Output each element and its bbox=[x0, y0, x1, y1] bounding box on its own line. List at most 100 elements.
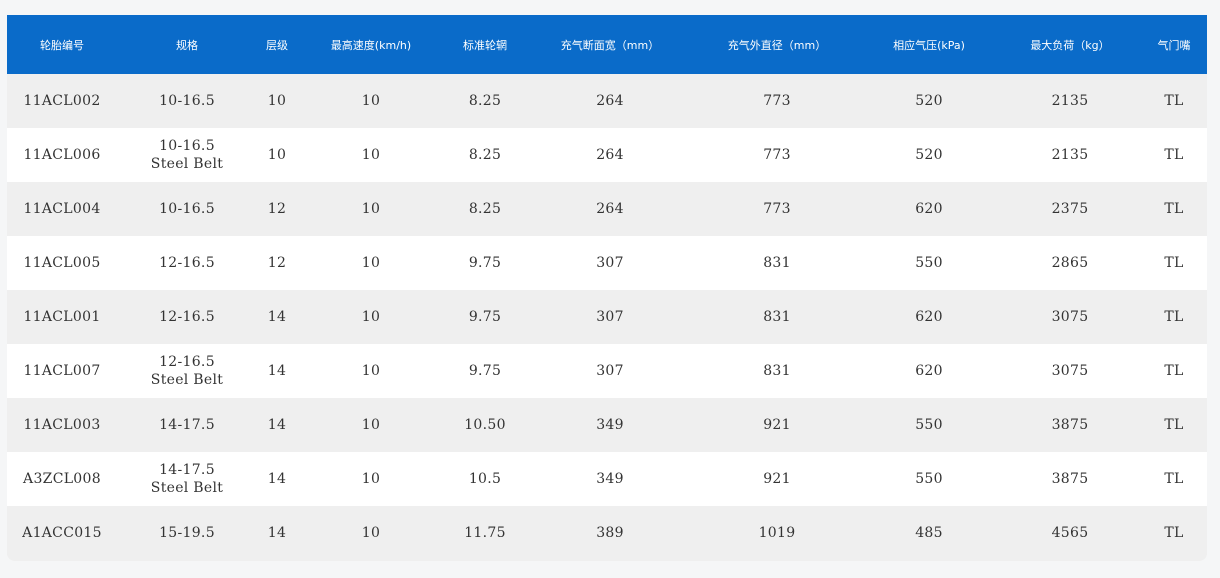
cell-pressure: 550 bbox=[915, 255, 943, 271]
cell-ply: 14 bbox=[267, 417, 287, 433]
spec-line: 12-16.5 bbox=[159, 309, 215, 325]
spec-line: 10-16.5 bbox=[159, 201, 215, 217]
table-row: A1ACC015 15-19.5 14 10 11.75 389 1019 485 4565 TL bbox=[7, 506, 1207, 560]
cell-pressure: 620 bbox=[915, 363, 943, 379]
spec-line: 14-17.5 bbox=[159, 417, 215, 433]
cell-spec: 10-16.5 bbox=[117, 182, 257, 236]
header-overall-diameter: 充气外直径（mm） bbox=[727, 38, 827, 52]
table-row: 11ACL007 12-16.5 Steel Belt 14 10 9.75 307 831 6… bbox=[7, 344, 1207, 398]
spec-line: 10-16.5 bbox=[159, 138, 215, 154]
cell-max-load: 4565 bbox=[1051, 525, 1089, 541]
cell-valve: TL bbox=[1164, 309, 1184, 325]
spec-line: Steel Belt bbox=[150, 480, 224, 496]
cell-overall-diameter: 831 bbox=[763, 309, 791, 325]
table-row: A3ZCL008 14-17.5 Steel Belt 14 10 10.5 349 921 5… bbox=[7, 452, 1207, 506]
cell-overall-diameter: 921 bbox=[763, 471, 791, 487]
cell-max-load: 2135 bbox=[1051, 93, 1089, 109]
cell-ply: 14 bbox=[267, 363, 287, 379]
header-spec: 规格 bbox=[176, 38, 198, 52]
cell-overall-diameter: 831 bbox=[763, 363, 791, 379]
spec-line: Steel Belt bbox=[150, 372, 224, 388]
tire-spec-table-container: 轮胎编号 规格 层级 最高速度(km/h) 标准轮辋 充气断面宽（mm） 充气外… bbox=[7, 15, 1207, 561]
tire-spec-table: 轮胎编号 规格 层级 最高速度(km/h) 标准轮辋 充气断面宽（mm） 充气外… bbox=[7, 15, 1207, 560]
cell-pressure: 485 bbox=[915, 525, 943, 541]
cell-valve: TL bbox=[1164, 417, 1184, 433]
cell-spec: 14-17.5 bbox=[117, 398, 257, 452]
cell-overall-diameter: 773 bbox=[763, 147, 791, 163]
cell-max-speed: 10 bbox=[361, 363, 381, 379]
cell-ply: 14 bbox=[267, 309, 287, 325]
cell-standard-rim: 9.75 bbox=[468, 255, 502, 271]
cell-standard-rim: 8.25 bbox=[468, 147, 502, 163]
cell-tire-id: A1ACC015 bbox=[22, 525, 102, 541]
cell-standard-rim: 8.25 bbox=[468, 93, 502, 109]
cell-tire-id: A3ZCL008 bbox=[23, 471, 101, 487]
cell-overall-diameter: 1019 bbox=[758, 525, 796, 541]
cell-standard-rim: 10.50 bbox=[464, 417, 506, 433]
cell-pressure: 520 bbox=[915, 93, 943, 109]
cell-ply: 12 bbox=[267, 255, 287, 271]
spec-line: 12-16.5 bbox=[159, 255, 215, 271]
cell-spec: 10-16.5 Steel Belt bbox=[117, 128, 257, 182]
cell-standard-rim: 10.5 bbox=[468, 471, 502, 487]
cell-pressure: 620 bbox=[915, 201, 943, 217]
table-body: 11ACL002 10-16.5 10 10 8.25 264 773 520 2135 TL 11… bbox=[7, 74, 1207, 560]
cell-valve: TL bbox=[1164, 201, 1184, 217]
cell-valve: TL bbox=[1164, 363, 1184, 379]
cell-max-speed: 10 bbox=[361, 255, 381, 271]
cell-ply: 10 bbox=[267, 147, 287, 163]
spec-line: 12-16.5 bbox=[159, 354, 215, 370]
cell-max-load: 3075 bbox=[1051, 309, 1089, 325]
cell-tire-id: 11ACL001 bbox=[23, 309, 101, 325]
cell-max-speed: 10 bbox=[361, 201, 381, 217]
cell-ply: 10 bbox=[267, 93, 287, 109]
cell-max-speed: 10 bbox=[361, 147, 381, 163]
cell-max-speed: 10 bbox=[361, 417, 381, 433]
cell-pressure: 550 bbox=[915, 417, 943, 433]
cell-tire-id: 11ACL004 bbox=[23, 201, 101, 217]
cell-pressure: 520 bbox=[915, 147, 943, 163]
table-row: 11ACL005 12-16.5 12 10 9.75 307 831 550 2865 TL bbox=[7, 236, 1207, 290]
cell-max-load: 2865 bbox=[1051, 255, 1089, 271]
cell-valve: TL bbox=[1164, 147, 1184, 163]
spec-line: 10-16.5 bbox=[159, 93, 215, 109]
cell-max-load: 3875 bbox=[1051, 417, 1089, 433]
table-row: 11ACL004 10-16.5 12 10 8.25 264 773 620 2375 TL bbox=[7, 182, 1207, 236]
cell-max-load: 3075 bbox=[1051, 363, 1089, 379]
cell-section-width: 264 bbox=[596, 201, 624, 217]
cell-ply: 14 bbox=[267, 525, 287, 541]
table-row: 11ACL003 14-17.5 14 10 10.50 349 921 550 3875 TL bbox=[7, 398, 1207, 452]
cell-spec: 12-16.5 bbox=[117, 236, 257, 290]
table-row: 11ACL002 10-16.5 10 10 8.25 264 773 520 2135 TL bbox=[7, 74, 1207, 128]
cell-section-width: 349 bbox=[596, 417, 624, 433]
cell-pressure: 550 bbox=[915, 471, 943, 487]
header-section-width: 充气断面宽（mm） bbox=[560, 38, 660, 52]
cell-section-width: 264 bbox=[596, 93, 624, 109]
cell-valve: TL bbox=[1164, 93, 1184, 109]
header-pressure: 相应气压(kPa) bbox=[893, 38, 965, 52]
cell-standard-rim: 9.75 bbox=[468, 363, 502, 379]
cell-standard-rim: 9.75 bbox=[468, 309, 502, 325]
cell-max-speed: 10 bbox=[361, 525, 381, 541]
cell-ply: 14 bbox=[267, 471, 287, 487]
header-tire-id: 轮胎编号 bbox=[40, 38, 84, 52]
cell-spec: 14-17.5 Steel Belt bbox=[117, 452, 257, 506]
cell-max-load: 2375 bbox=[1051, 201, 1089, 217]
cell-overall-diameter: 921 bbox=[763, 417, 791, 433]
cell-tire-id: 11ACL006 bbox=[23, 147, 101, 163]
header-max-speed: 最高速度(km/h) bbox=[330, 38, 412, 52]
cell-standard-rim: 8.25 bbox=[468, 201, 502, 217]
cell-section-width: 349 bbox=[596, 471, 624, 487]
cell-max-load: 3875 bbox=[1051, 471, 1089, 487]
cell-standard-rim: 11.75 bbox=[464, 525, 506, 541]
header-standard-rim: 标准轮辋 bbox=[463, 38, 507, 52]
cell-max-speed: 10 bbox=[361, 309, 381, 325]
cell-section-width: 389 bbox=[596, 525, 624, 541]
cell-overall-diameter: 831 bbox=[763, 255, 791, 271]
cell-section-width: 307 bbox=[596, 255, 624, 271]
cell-tire-id: 11ACL007 bbox=[23, 363, 101, 379]
cell-ply: 12 bbox=[267, 201, 287, 217]
cell-max-speed: 10 bbox=[361, 471, 381, 487]
table-row: 11ACL001 12-16.5 14 10 9.75 307 831 620 3075 TL bbox=[7, 290, 1207, 344]
cell-tire-id: 11ACL003 bbox=[23, 417, 101, 433]
